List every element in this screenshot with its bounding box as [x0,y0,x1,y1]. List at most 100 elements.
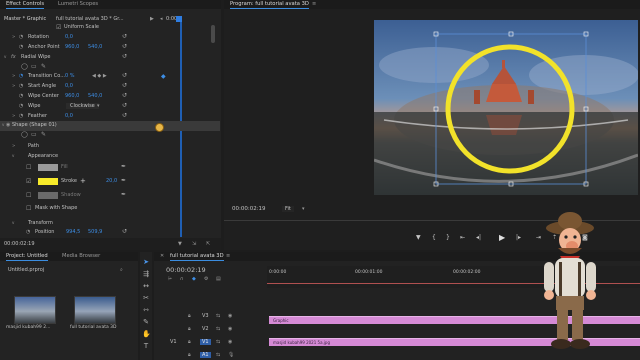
source-patch[interactable]: V1 [170,339,177,345]
feather-value[interactable]: 0,0 [65,113,73,119]
uniform-scale-checkbox[interactable]: ☑ [56,24,61,31]
search-icon[interactable]: ⌕ [120,267,123,273]
add-marker-icon[interactable]: ▼ [416,234,421,241]
collapse-icon[interactable]: v [4,54,6,59]
lock-icon[interactable]: 🔒︎ [188,326,191,332]
collapse-icon[interactable]: v [12,153,14,158]
keyframe-icon[interactable]: ◆ [161,73,166,80]
sync-icon[interactable]: ⇆ [216,313,220,319]
captions-icon[interactable]: ▤ [216,276,221,282]
project-item-thumbnail[interactable] [14,296,56,324]
eyedropper-icon[interactable]: ✒ [121,177,126,184]
filter-icon[interactable]: ▼ [178,241,182,247]
ellipse-icon[interactable]: ◯ [21,63,28,70]
reset-icon[interactable]: ↺ [122,102,127,109]
razor-icon[interactable]: ✂ [142,294,150,302]
reset-icon[interactable]: ↺ [122,228,127,235]
mic-icon[interactable]: 🎙︎ [228,352,234,358]
chevron-down-icon[interactable]: ▾ [97,103,100,109]
stroke-swatch[interactable] [38,178,58,185]
eye-icon[interactable]: ◉ [228,313,232,319]
stopwatch-icon[interactable]: ◔ [19,73,23,79]
wipe-center-x[interactable]: 960,0 [65,93,79,99]
eye-icon[interactable]: ◉ [6,122,10,128]
video-frame[interactable] [374,20,638,195]
menu-icon[interactable]: ≡ [226,253,230,259]
ec-timecode[interactable]: 00:00:02:19 [4,241,35,247]
stroke-checkbox[interactable]: ☑ [26,178,31,185]
wrench-icon[interactable]: ⚙ [204,276,208,282]
wipe-center-y[interactable]: 540,0 [88,93,102,99]
track-select-tool-icon[interactable]: ⇶ [142,270,150,278]
menu-icon[interactable]: ≡ [312,1,316,7]
ec-playhead-handle[interactable] [176,16,182,22]
export-icon[interactable]: ⇲ [192,241,196,247]
ellipse-icon[interactable]: ◯ [21,131,28,138]
eyedropper-icon[interactable]: ✒ [121,191,126,198]
zoom-select[interactable]: Fit [282,206,294,212]
collapse-icon[interactable]: v [12,220,14,225]
scrollbar-thumb[interactable] [211,25,215,43]
add-icon[interactable]: + [80,177,86,185]
eyedropper-icon[interactable]: ✒ [121,163,126,170]
linked-selection-icon[interactable]: ∩ [180,276,184,282]
stopwatch-icon[interactable]: ◔ [19,44,23,50]
transition-completion-value[interactable]: 0 % [65,73,75,79]
mark-in-icon[interactable]: { [432,234,436,241]
add-marker-icon[interactable]: ◆ [192,276,196,282]
go-to-in-icon[interactable]: ⇤ [460,234,465,241]
stopwatch-icon[interactable]: ◔ [19,103,23,109]
shadow-swatch[interactable] [38,192,58,199]
expand-icon[interactable]: > [12,73,15,78]
fill-checkbox[interactable]: ☐ [26,164,31,171]
timeline-title[interactable]: full tutorial avata 3D [170,253,224,261]
collapse-icon[interactable]: v [2,122,4,127]
reset-icon[interactable]: ↺ [122,112,127,119]
fill-swatch[interactable] [38,164,58,171]
expand-icon[interactable]: > [12,143,15,148]
lock-icon[interactable]: 🔒︎ [188,313,191,319]
start-angle-value[interactable]: 0,0 [65,83,73,89]
track-header-a1[interactable]: 🔒︎ A1 ⇆ 🎙︎ [164,351,264,360]
expand-icon[interactable]: > [12,113,15,118]
stopwatch-icon[interactable]: ◔ [19,83,23,89]
lock-icon[interactable]: 🔒︎ [188,352,191,358]
pen-icon[interactable]: ✎ [41,63,46,70]
sync-icon[interactable]: ⇆ [216,326,220,332]
source-label[interactable]: Master * Graphic [4,16,46,22]
tab-project[interactable]: Project: Untitled [6,253,48,261]
project-item-name[interactable]: masjid kubah99 2... [6,325,50,330]
wipe-select[interactable]: Clockwise [66,103,99,109]
text-icon[interactable]: T [142,342,150,350]
mark-out-icon[interactable]: } [446,234,450,241]
stopwatch-icon[interactable]: ◔ [19,34,23,40]
track-header-v2[interactable]: 🔒︎ V2 ⇆ ◉ [164,325,264,335]
reset-icon[interactable]: ↺ [122,43,127,50]
export-icon[interactable]: ⇱ [206,241,210,247]
tab-effect-controls[interactable]: Effect Controls [6,1,45,9]
track-header-v1[interactable]: V1 🔒︎ V1 ⇆ ◉ [164,338,264,348]
stopwatch-icon[interactable]: ◔ [26,229,30,235]
close-icon[interactable]: ✕ [160,253,164,259]
pen-icon[interactable]: ✎ [41,131,46,138]
stroke-width-value[interactable]: 20,0 [106,178,117,184]
reset-icon[interactable]: ↺ [122,82,127,89]
program-timecode[interactable]: 00:00:02:19 [232,206,266,212]
snap-icon[interactable]: ⩥ [168,276,172,282]
project-item-name[interactable]: full tutorial avata 3D [70,325,117,330]
mask-with-shape-checkbox[interactable]: ☐ [26,205,31,212]
expand-icon[interactable]: > [12,34,15,39]
tab-media-browser[interactable]: Media Browser [62,253,100,259]
reset-icon[interactable]: ↺ [122,33,127,40]
expand-icon[interactable]: > [12,83,15,88]
lock-icon[interactable]: 🔒︎ [188,339,191,345]
eye-icon[interactable]: ◉ [228,339,232,345]
program-title[interactable]: Program: full tutorial avata 3D [230,1,309,9]
rect-icon[interactable]: ▭ [31,131,37,138]
track-header-v3[interactable]: 🔒︎ V3 ⇆ ◉ [164,312,264,322]
play-icon[interactable]: ▶ [499,233,505,242]
anchor-point-x[interactable]: 960,0 [65,44,79,50]
rect-icon[interactable]: ▭ [31,63,37,70]
position-y[interactable]: 509,9 [88,229,102,235]
reset-icon[interactable]: ↺ [122,92,127,99]
